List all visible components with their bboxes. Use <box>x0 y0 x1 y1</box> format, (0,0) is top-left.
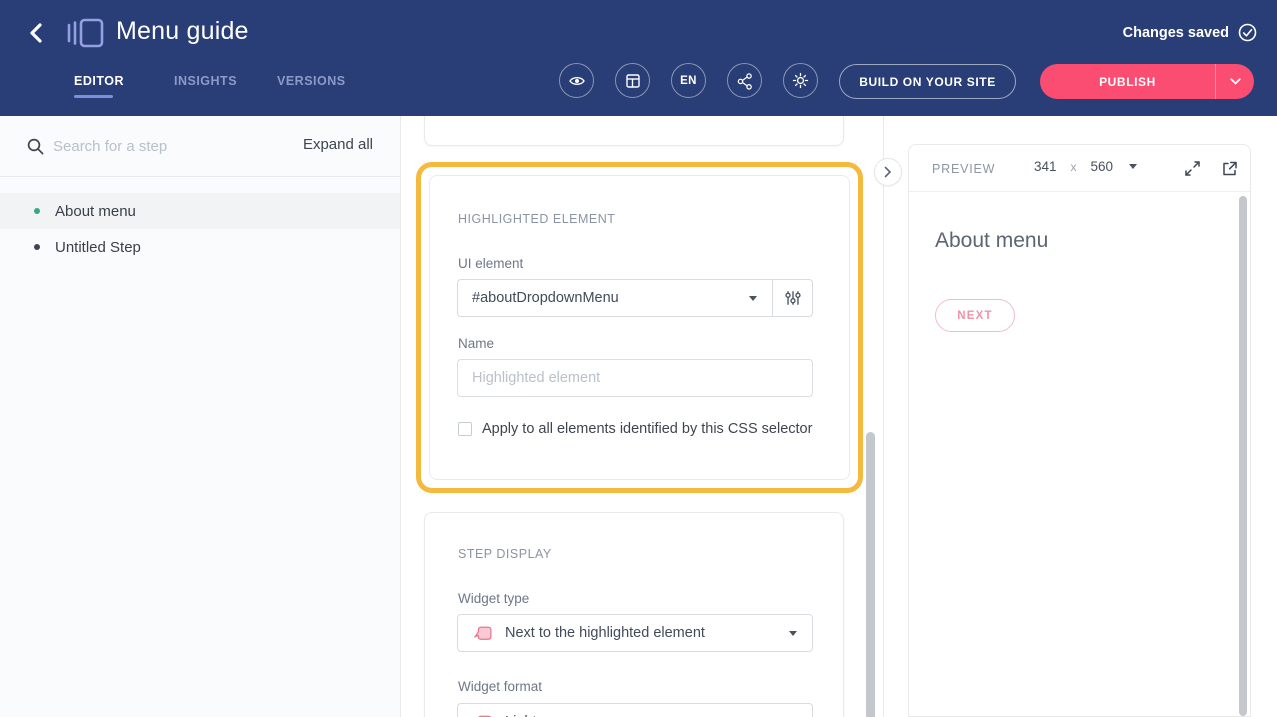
preview-width: 341 <box>1034 159 1057 174</box>
section-title: STEP DISPLAY <box>458 547 552 561</box>
top-navbar: Menu guide Changes saved EDITOR INSIGHTS… <box>0 0 1277 116</box>
app-window: Menu guide Changes saved EDITOR INSIGHTS… <box>0 0 1277 717</box>
tab-versions[interactable]: VERSIONS <box>277 74 346 88</box>
preview-step-title: About menu <box>935 229 1048 253</box>
ui-element-select[interactable]: #aboutDropdownMenu <box>457 279 813 317</box>
checkbox-label: Apply to all elements identified by this… <box>482 421 812 437</box>
sidebar-item-about-menu[interactable]: About menu <box>0 193 400 229</box>
settings-button[interactable] <box>783 63 818 98</box>
highlighted-element-frame: HIGHLIGHTED ELEMENT UI element #aboutDro… <box>416 162 863 493</box>
language-button[interactable]: EN <box>671 63 706 98</box>
name-label: Name <box>458 336 494 351</box>
publish-button[interactable]: PUBLISH <box>1040 64 1254 99</box>
search-input[interactable] <box>53 132 233 160</box>
widget-format-select[interactable]: Light <box>457 703 813 717</box>
step-label: About menu <box>55 203 136 220</box>
sidebar-item-untitled-step[interactable]: Untitled Step <box>0 229 400 265</box>
ui-element-value: #aboutDropdownMenu <box>472 290 619 306</box>
widget-type-select[interactable]: Next to the highlighted element <box>457 614 813 652</box>
expand-all-link[interactable]: Expand all <box>303 136 373 153</box>
active-step-dot <box>34 208 40 214</box>
chevron-down-icon <box>1230 78 1241 85</box>
collapse-preview-button[interactable] <box>874 158 902 186</box>
preview-panel: PREVIEW 341 x 560 About menu NEXT <box>908 144 1251 717</box>
share-icon <box>736 72 754 90</box>
caret-down-icon <box>749 296 757 301</box>
status-text: Changes saved <box>1123 25 1229 41</box>
eye-icon <box>568 72 586 90</box>
tooltip-bubble-icon <box>472 713 493 717</box>
widget-format-label: Widget format <box>458 679 542 694</box>
steps-sidebar: Expand all About menu Untitled Step <box>0 116 401 717</box>
highlighted-element-card: HIGHLIGHTED ELEMENT UI element #aboutDro… <box>429 175 850 480</box>
publish-label: PUBLISH <box>1040 64 1215 99</box>
status-badge: Changes saved <box>1123 23 1257 42</box>
dimension-separator: x <box>1071 160 1077 174</box>
step-dot <box>34 244 40 250</box>
preview-height: 560 <box>1091 159 1114 174</box>
check-circle-icon <box>1238 23 1257 42</box>
page-title: Menu guide <box>116 17 249 46</box>
open-in-new-tab-button[interactable] <box>1220 159 1239 178</box>
panel-divider <box>883 116 884 717</box>
external-link-icon <box>1220 159 1239 178</box>
caret-down-icon <box>1129 164 1137 169</box>
search-icon <box>26 137 45 156</box>
publish-dropdown-button[interactable] <box>1215 64 1254 99</box>
tab-editor[interactable]: EDITOR <box>74 74 124 88</box>
tooltip-bubble-icon <box>472 624 493 643</box>
apply-all-checkbox-row[interactable]: Apply to all elements identified by this… <box>458 421 812 437</box>
active-tab-underline <box>74 95 113 98</box>
step-search-row: Expand all <box>0 116 400 177</box>
sliders-icon <box>784 289 802 307</box>
expand-preview-button[interactable] <box>1183 159 1202 178</box>
editor-scrollbar[interactable] <box>866 432 875 717</box>
build-on-your-site-button[interactable]: BUILD ON YOUR SITE <box>839 64 1016 99</box>
next-button[interactable]: NEXT <box>935 299 1015 332</box>
checkbox[interactable] <box>458 422 472 436</box>
widget-type-label: Widget type <box>458 591 529 606</box>
back-icon[interactable] <box>26 21 50 45</box>
preview-size-select[interactable]: 341 x 560 <box>1034 159 1137 174</box>
preview-header: PREVIEW 341 x 560 <box>909 145 1250 192</box>
ui-element-label: UI element <box>458 256 523 271</box>
element-settings-button[interactable] <box>772 280 812 316</box>
build-on-your-site-label: BUILD ON YOUR SITE <box>859 75 996 89</box>
guide-logo-icon <box>66 17 108 49</box>
caret-down-icon <box>789 631 797 636</box>
preview-eye-button[interactable] <box>559 63 594 98</box>
element-name-input[interactable] <box>457 359 813 397</box>
section-title: HIGHLIGHTED ELEMENT <box>458 212 615 226</box>
tab-insights[interactable]: INSIGHTS <box>174 74 237 88</box>
layout-button[interactable] <box>615 63 650 98</box>
gear-icon <box>792 72 809 89</box>
step-display-card: STEP DISPLAY Widget type Next to the hig… <box>424 512 844 717</box>
diagonal-arrows-icon <box>1183 159 1202 178</box>
chevron-right-icon <box>884 166 892 178</box>
preview-title: PREVIEW <box>932 162 995 176</box>
step-label: Untitled Step <box>55 239 141 256</box>
language-label: EN <box>680 75 697 87</box>
widget-type-value: Next to the highlighted element <box>505 625 705 641</box>
browser-layout-icon <box>625 73 641 89</box>
preview-scrollbar[interactable] <box>1239 196 1247 716</box>
share-button[interactable] <box>727 63 762 98</box>
